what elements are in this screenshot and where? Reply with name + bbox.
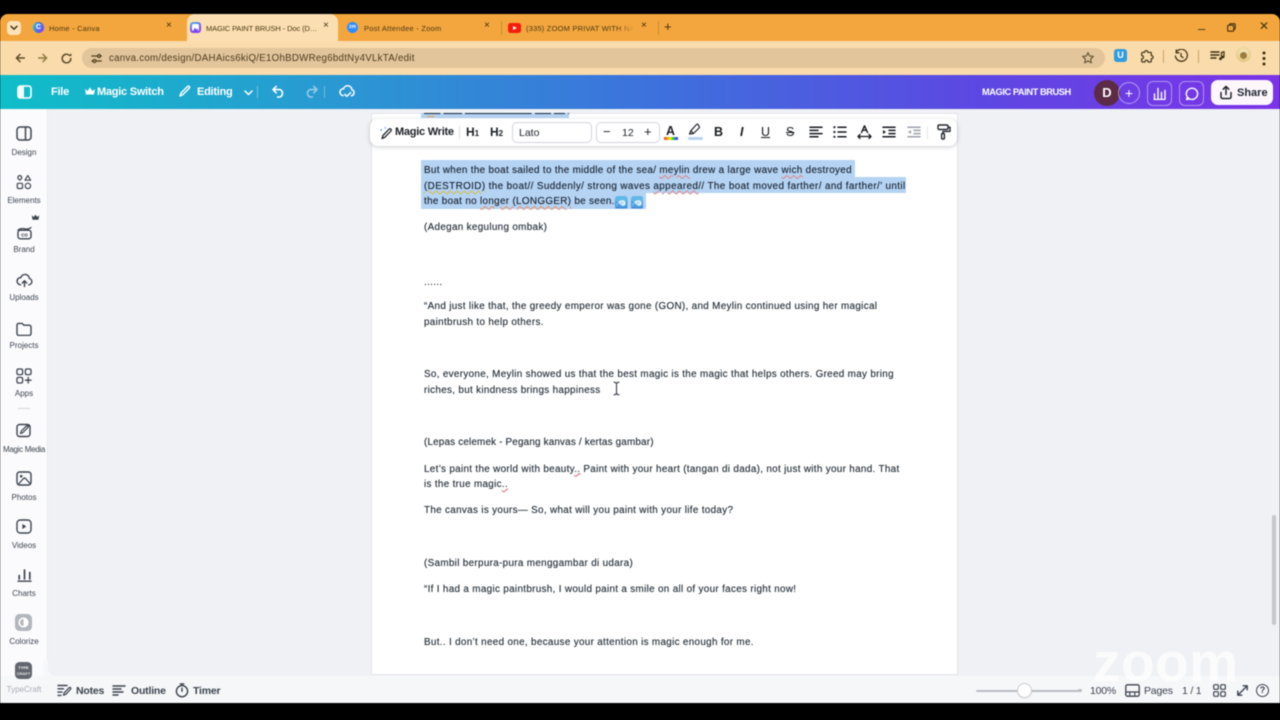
svg-text:co: co <box>21 233 28 239</box>
